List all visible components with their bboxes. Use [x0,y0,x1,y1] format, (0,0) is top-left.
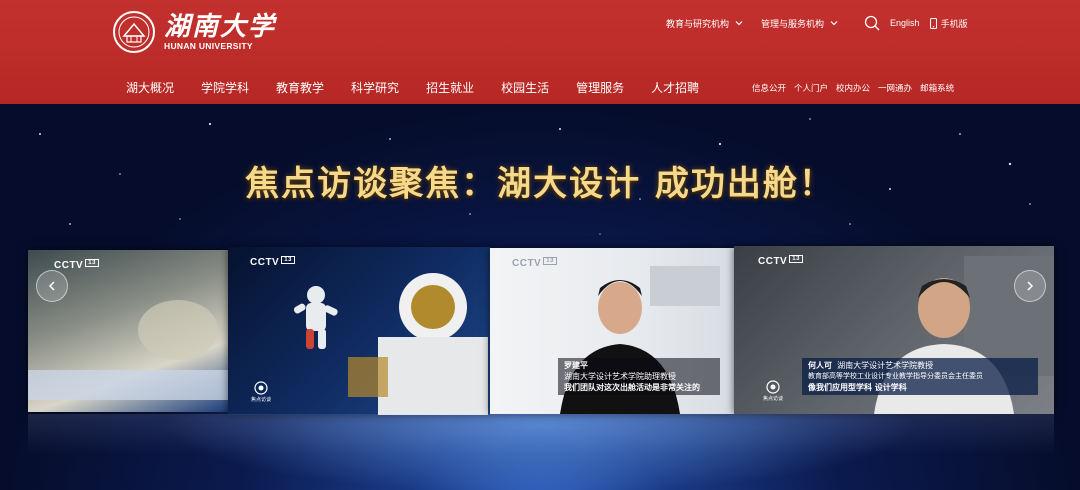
nav-item-recruitment[interactable]: 人才招聘 [651,79,699,96]
nav-item-colleges[interactable]: 学院学科 [201,79,249,96]
chevron-down-icon [735,21,743,26]
site-header: 湖南大学 HUNAN UNIVERSITY 教育与研究机构 管理与服务机构 En… [0,0,1080,104]
mobile-version-label: 手机版 [940,19,968,30]
mobile-version-link[interactable]: 手机版 [929,17,968,30]
lower-third-caption: 何人可 湖南大学设计艺术学院教授 教育部高等学校工业设计专业教学指导分委员会主任… [802,358,1038,395]
interviewee-name: 罗建平 [564,361,588,370]
interviewee-quote: 像我们应用型学科 设计学科 [808,383,907,392]
hero-headline: 焦点访谈聚焦：湖大设计 成功出舱！ [245,164,835,204]
quick-link-info-disclosure[interactable]: 信息公开 [752,82,786,94]
quick-link-office[interactable]: 校内办公 [836,82,870,94]
university-seal-icon [113,11,155,53]
quick-link-portal[interactable]: 个人门户 [794,82,828,94]
quick-links: 信息公开 个人门户 校内办公 一网通办 邮箱系统 [752,82,954,94]
interviewee-title-2: 教育部高等学校工业设计专业教学指导分委员会主任委员 [808,372,983,380]
carousel-next-button[interactable] [1014,270,1046,302]
logo-chinese-name: 湖南大学 [164,12,277,42]
nav-item-management[interactable]: 管理服务 [576,79,624,96]
chevron-left-icon [48,281,55,291]
interviewee-title: 湖南大学设计艺术学院教授 [837,361,934,370]
video-slide-4[interactable]: CCTV 13 何人可 湖南大学设计艺术学院教授 教育部高等学校工业设计专业教学指… [734,246,1054,414]
carousel-prev-button[interactable] [36,270,68,302]
university-logo[interactable]: 湖南大学 HUNAN UNIVERSITY [112,10,276,54]
quick-link-mail[interactable]: 邮箱系统 [920,82,954,94]
quick-link-one-stop[interactable]: 一网通办 [878,82,912,94]
logo-text: 湖南大学 HUNAN UNIVERSITY [164,13,276,51]
nav-item-campus-life[interactable]: 校园生活 [501,79,549,96]
nav-item-overview[interactable]: 湖大概况 [126,79,174,96]
chevron-down-icon [830,21,838,26]
top-links: 教育与研究机构 管理与服务机构 English 手机版 [666,15,968,31]
nav-item-education[interactable]: 教育教学 [276,79,324,96]
logo-english-name: HUNAN UNIVERSITY [164,41,253,51]
main-nav: 湖大概况 学院学科 教育教学 科学研究 招生就业 校园生活 管理服务 人才招聘 [126,79,699,96]
dropdown-label: 管理与服务机构 [761,19,825,30]
dropdown-label: 教育与研究机构 [666,19,730,30]
dropdown-management-service[interactable]: 管理与服务机构 [761,17,838,30]
phone-icon [929,17,937,29]
dropdown-education-research[interactable]: 教育与研究机构 [666,17,743,30]
program-logo: 焦点访谈 [760,380,786,402]
video-slide-3[interactable]: CCTV 13 罗建平 湖南大学设计艺术学院助理教授 我们团队对这次出舱活动是非常… [490,248,734,414]
search-icon[interactable] [864,15,880,31]
interviewee-quote: 我们团队对这次出舱活动是非常关注的 [564,383,700,392]
video-slide-2[interactable]: CCTV 13 焦点访谈 [228,247,490,415]
interviewee-title: 湖南大学设计艺术学院助理教授 [564,372,676,381]
interviewee-name: 何人可 [808,361,832,370]
chevron-right-icon [1027,281,1034,291]
slides-reflection [28,414,1054,454]
lower-third-caption: 罗建平 湖南大学设计艺术学院助理教授 我们团队对这次出舱活动是非常关注的 [558,358,720,395]
program-logo: 焦点访谈 [248,381,274,403]
english-link[interactable]: English [890,18,920,28]
nav-item-admission[interactable]: 招生就业 [426,79,474,96]
nav-item-research[interactable]: 科学研究 [351,79,399,96]
